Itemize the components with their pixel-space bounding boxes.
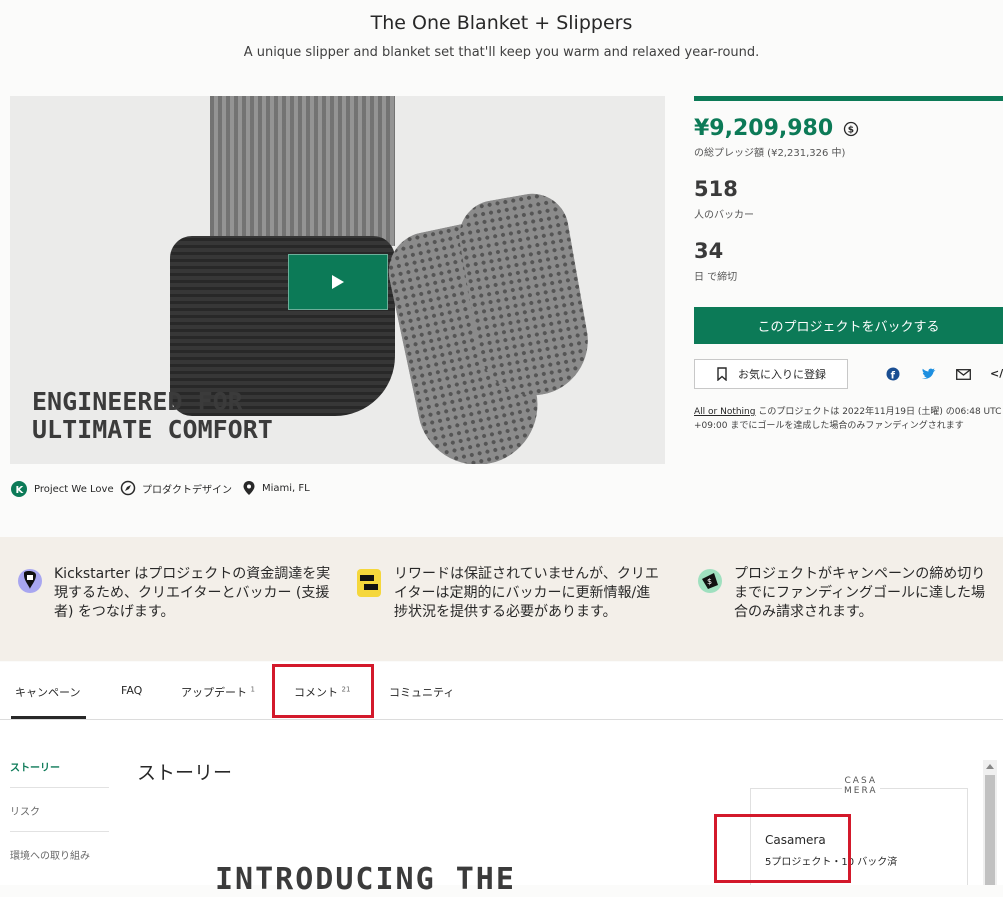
tab-label: FAQ	[121, 684, 143, 697]
currency-info-icon[interactable]: $	[843, 121, 859, 137]
story-heading: ストーリー	[137, 762, 233, 784]
backers-label: 人のバッカー	[694, 210, 754, 221]
tag-label: Miami, FL	[262, 482, 310, 494]
tag-category[interactable]: プロダクトデザイン	[120, 480, 232, 496]
back-project-button[interactable]: このプロジェクトをバックする	[694, 307, 1003, 344]
info-text: Kickstarter はプロジェクトの資金調達を実現するため、クリエイターとバ…	[54, 566, 331, 620]
hero-caption: ENGINEERED FOR ULTIMATE COMFORT	[32, 387, 273, 444]
pledged-amount: ¥9,209,980 $	[694, 116, 859, 141]
tab-label: コミュニティ	[389, 686, 455, 699]
info-item: $ プロジェクトがキャンペーンの締め切りまでにファンディングゴールに達した場合の…	[696, 565, 996, 622]
location-pin-icon	[243, 481, 255, 495]
info-text: プロジェクトがキャンペーンの締め切りまでにファンディングゴールに達した場合のみ請…	[734, 566, 986, 620]
pledged-value: ¥9,209,980	[694, 116, 834, 141]
svg-text:K: K	[16, 485, 25, 496]
project-subtitle: A unique slipper and blanket set that'll…	[243, 45, 760, 60]
tag-location[interactable]: Miami, FL	[242, 480, 310, 496]
sidebar-item-story[interactable]: ストーリー	[10, 759, 60, 774]
blanket-image	[210, 96, 395, 246]
tab-campaign[interactable]: キャンペーン	[15, 684, 80, 700]
compass-icon	[120, 480, 136, 496]
pledged-goal-label: の総プレッジ額 (¥2,231,326 中)	[694, 148, 846, 159]
info-text: リワードは保証されていませんが、クリエイターは定期的にバッカーに更新情報/進捗状…	[394, 566, 659, 620]
twitter-icon[interactable]	[921, 367, 937, 381]
sidebar-item-risks[interactable]: リスク	[10, 803, 40, 818]
scroll-up-arrow-icon[interactable]	[986, 764, 994, 769]
tab-faq[interactable]: FAQ	[121, 684, 142, 697]
divider	[10, 787, 109, 788]
tab-label: アップデート	[181, 686, 247, 699]
story-intro-image-text: INTRODUCING THE	[215, 862, 516, 897]
highlight-box	[714, 814, 851, 883]
email-icon[interactable]	[956, 369, 971, 380]
chat-bubble-icon	[357, 569, 381, 597]
tag-label: Project We Love	[34, 483, 114, 495]
scrollbar-thumb[interactable]	[985, 775, 995, 885]
play-icon	[332, 275, 344, 289]
days-left-label: 日 で締切	[694, 272, 738, 283]
info-item: リワードは保証されていませんが、クリエイターは定期的にバッカーに更新情報/進捗状…	[354, 565, 664, 622]
backers-count: 518	[694, 177, 738, 201]
days-left-count: 34	[694, 239, 724, 263]
tab-label: キャンペーン	[15, 686, 81, 699]
active-tab-indicator	[11, 716, 86, 719]
project-video[interactable]: ENGINEERED FOR ULTIMATE COMFORT	[10, 96, 665, 464]
bookmark-icon	[717, 367, 727, 381]
kickstarter-icon: K	[11, 481, 27, 497]
divider	[10, 831, 109, 832]
svg-text:$: $	[848, 126, 854, 136]
tab-bar	[0, 662, 1003, 720]
tag-label: プロダクトデザイン	[142, 484, 232, 496]
highlight-box	[272, 664, 374, 718]
tab-count: 1	[250, 685, 255, 694]
money-bag-icon: $	[698, 569, 722, 593]
remind-label: お気に入りに登録	[738, 368, 826, 381]
svg-text:f: f	[891, 371, 896, 382]
tag-project-we-love[interactable]: K Project We Love	[10, 480, 114, 498]
embed-icon[interactable]: </	[990, 367, 1003, 380]
tab-community[interactable]: コミュニティ	[389, 684, 454, 700]
funding-progress-bar	[694, 96, 1003, 101]
kickstarter-pin-icon	[18, 569, 42, 593]
remind-me-button[interactable]: お気に入りに登録	[694, 359, 848, 389]
facebook-icon[interactable]: f	[886, 367, 900, 381]
svg-text:$: $	[707, 577, 712, 586]
creator-logo: CASA MERA	[842, 776, 880, 796]
all-or-nothing-link[interactable]: All or Nothing	[694, 407, 755, 417]
info-item: Kickstarter はプロジェクトの資金調達を実現するため、クリエイターとバ…	[14, 565, 334, 622]
all-or-nothing-notice: All or Nothing このプロジェクトは 2022年11月19日 (土曜…	[694, 405, 1003, 433]
project-title: The One Blanket + Slippers	[370, 12, 633, 34]
play-button[interactable]	[288, 254, 388, 310]
tab-updates[interactable]: アップデート 1	[181, 684, 255, 700]
sidebar-item-environment[interactable]: 環境への取り組み	[10, 847, 90, 862]
